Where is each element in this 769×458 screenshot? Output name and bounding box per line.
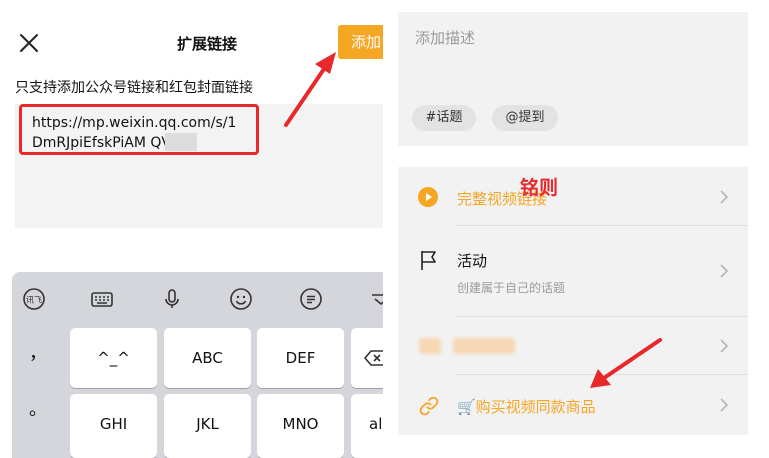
post-settings-panel: 添加描述 #话题 @提到 完整视频链接 铭则 活动 创建属于自己的话题 🛒购买视… — [383, 0, 769, 458]
link-hint: 只支持添加公众号链接和红包封面链接 — [15, 80, 253, 96]
mention-chip[interactable]: @提到 — [492, 105, 558, 131]
key-period[interactable]: 。 — [12, 396, 64, 436]
play-circle-icon — [418, 187, 438, 207]
options-list — [398, 167, 748, 435]
divider — [456, 316, 748, 317]
annotation-highlight-box — [19, 104, 259, 155]
backspace-key[interactable] — [351, 328, 383, 388]
chevron-right-icon — [719, 189, 729, 205]
key-comma[interactable]: ， — [12, 340, 64, 396]
redacted-label — [453, 338, 515, 354]
emoji-icon[interactable] — [229, 287, 253, 311]
divider — [456, 374, 748, 375]
ime-logo-icon[interactable]: 讯飞 — [22, 287, 46, 311]
description-placeholder: 添加描述 — [415, 29, 476, 47]
chat-bubble-icon[interactable] — [299, 287, 323, 311]
link-icon — [418, 395, 440, 417]
key-partial[interactable]: al — [351, 394, 383, 458]
row-label-activity: 活动 — [457, 252, 488, 270]
svg-text:讯飞: 讯飞 — [26, 296, 42, 305]
topic-chip[interactable]: #话题 — [412, 105, 476, 131]
add-button[interactable]: 添加 — [338, 25, 383, 59]
chevron-right-icon — [719, 338, 729, 354]
collapse-keyboard-icon[interactable] — [369, 287, 383, 311]
redacted-icon — [419, 338, 441, 354]
backspace-icon — [363, 350, 383, 366]
chevron-right-icon — [719, 263, 729, 279]
keyboard: 讯飞 ， ^_^ ABC DEF 。 GHI JKL MNO al — [12, 272, 383, 458]
flag-icon — [419, 249, 439, 271]
key-jkl[interactable]: JKL — [164, 394, 251, 458]
row-label-buy-product: 🛒购买视频同款商品 — [457, 398, 596, 416]
divider — [456, 225, 748, 226]
key-ghi[interactable]: GHI — [70, 394, 157, 458]
key-emoticon[interactable]: ^_^ — [70, 328, 157, 388]
key-def[interactable]: DEF — [257, 328, 344, 388]
page-title: 扩展链接 — [176, 35, 237, 53]
key-abc[interactable]: ABC — [164, 328, 251, 388]
watermark-text: 铭则 — [520, 177, 559, 199]
keyboard-toolbar: 讯飞 — [12, 272, 383, 322]
extension-link-panel: 扩展链接 添加 只支持添加公众号链接和红包封面链接 https://mp.wei… — [0, 0, 383, 458]
key-mno[interactable]: MNO — [257, 394, 344, 458]
chevron-right-icon — [719, 397, 729, 413]
row-subtitle-activity: 创建属于自己的话题 — [457, 281, 566, 295]
microphone-icon[interactable] — [160, 287, 184, 311]
keyboard-icon[interactable] — [90, 287, 114, 311]
